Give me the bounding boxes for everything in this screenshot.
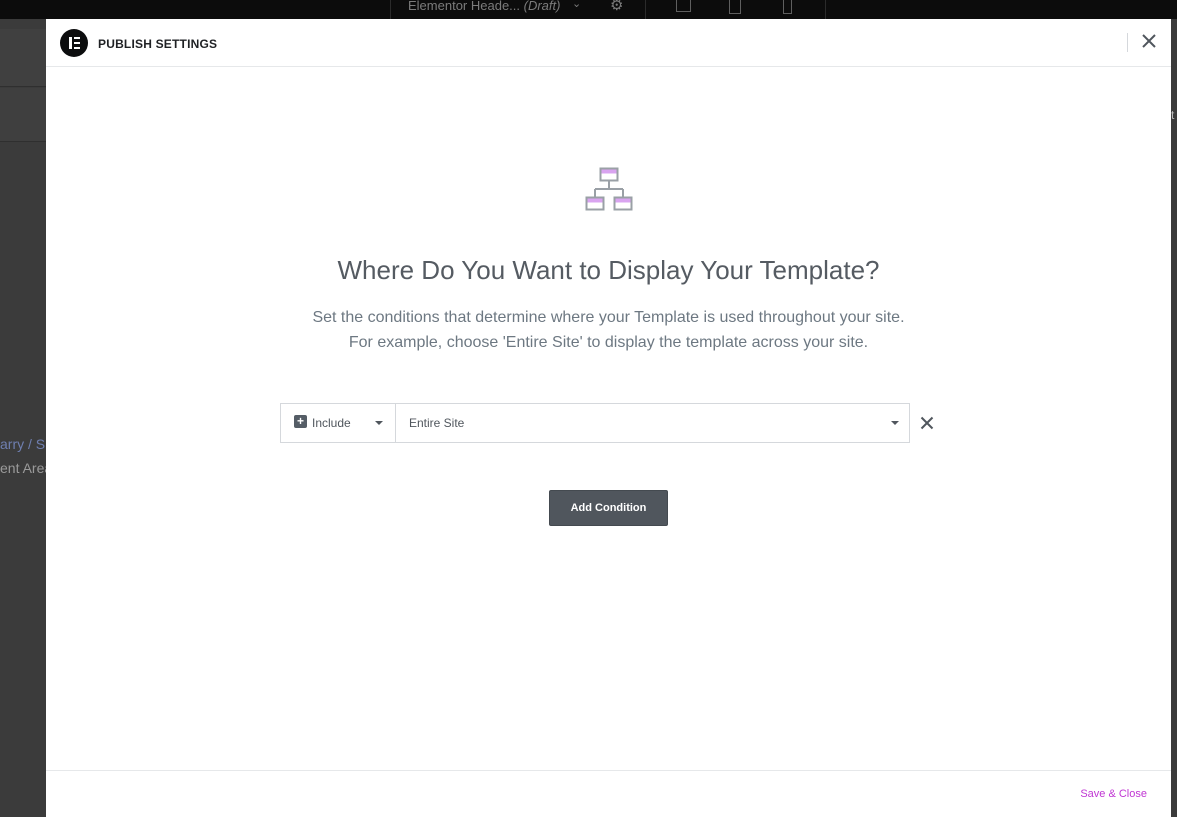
plus-square-icon: + bbox=[294, 415, 307, 428]
gear-icon[interactable]: ⚙ bbox=[610, 0, 623, 14]
condition-type-select[interactable]: + Include bbox=[281, 404, 396, 442]
header-divider bbox=[1127, 33, 1128, 52]
top-bar-divider bbox=[390, 0, 391, 19]
caret-down-icon bbox=[891, 421, 899, 425]
background-text: ent Area bbox=[0, 460, 46, 476]
save-close-button[interactable]: Save & Close bbox=[1080, 788, 1147, 800]
desktop-device-icon[interactable] bbox=[676, 0, 691, 12]
condition-target-select[interactable]: Entire Site bbox=[396, 404, 909, 442]
document-status: (Draft) bbox=[523, 0, 561, 13]
modal-heading: Where Do You Want to Display Your Templa… bbox=[337, 255, 880, 285]
condition-target-label: Entire Site bbox=[409, 416, 465, 430]
modal-description-line1: Set the conditions that determine where … bbox=[312, 309, 905, 326]
caret-down-icon bbox=[375, 421, 383, 425]
remove-condition-icon[interactable] bbox=[920, 416, 934, 430]
sitemap-icon bbox=[585, 167, 633, 211]
top-bar-divider bbox=[645, 0, 646, 19]
document-title[interactable]: Elementor Heade... (Draft) bbox=[408, 0, 560, 13]
modal-footer: Save & Close bbox=[46, 770, 1171, 817]
publish-settings-modal: PUBLISH SETTINGS Where Do You Want to Di… bbox=[46, 19, 1171, 817]
elementor-logo-icon bbox=[60, 29, 88, 57]
condition-row: + Include Entire Site bbox=[280, 403, 910, 443]
modal-header: PUBLISH SETTINGS bbox=[46, 19, 1171, 67]
condition-type-label: Include bbox=[312, 416, 351, 430]
close-icon[interactable] bbox=[1140, 32, 1158, 50]
mobile-device-icon[interactable] bbox=[783, 0, 792, 14]
editor-top-bar: Elementor Heade... (Draft) ⌄ ⚙ bbox=[0, 0, 1177, 19]
modal-title: PUBLISH SETTINGS bbox=[98, 37, 218, 51]
editor-panel-tabs bbox=[0, 88, 46, 142]
add-condition-button[interactable]: Add Condition bbox=[549, 490, 668, 526]
editor-panel-header bbox=[0, 29, 46, 87]
chevron-down-icon[interactable]: ⌄ bbox=[572, 0, 581, 10]
background-breadcrumb: arry / S bbox=[0, 436, 46, 452]
top-bar-divider bbox=[825, 0, 826, 19]
background-right-text: t bbox=[1171, 108, 1175, 122]
tablet-device-icon[interactable] bbox=[729, 0, 741, 14]
modal-description-line2: For example, choose 'Entire Site' to dis… bbox=[348, 334, 869, 351]
